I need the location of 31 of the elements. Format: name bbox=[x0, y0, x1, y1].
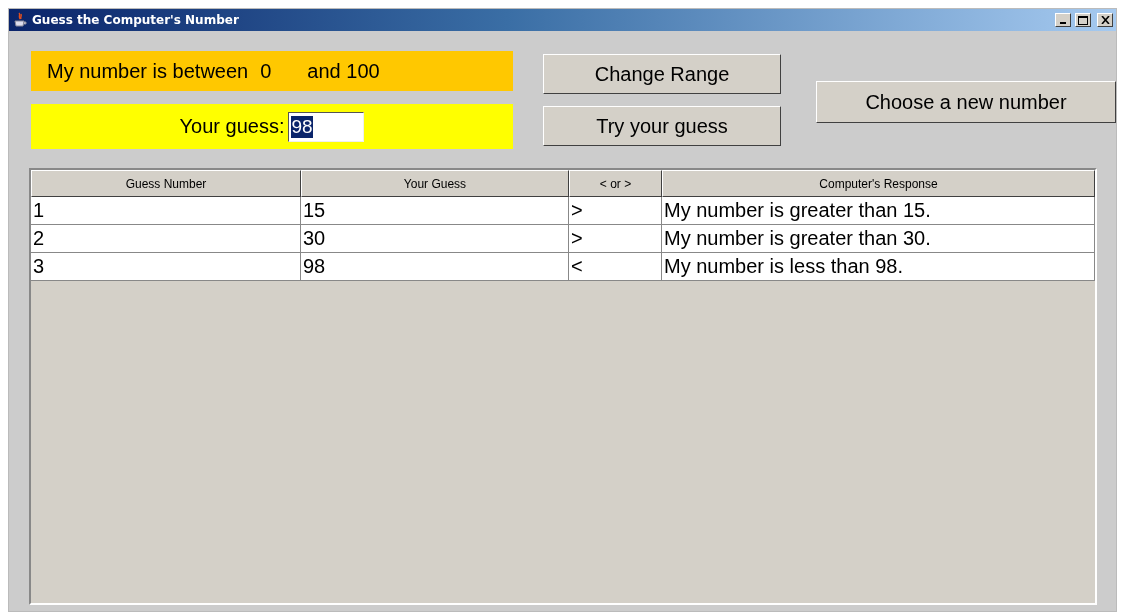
table-cell: My number is greater than 15. bbox=[662, 197, 1095, 225]
action-button[interactable]: Change Range bbox=[543, 54, 781, 94]
maximize-button[interactable] bbox=[1075, 13, 1091, 27]
table-cell: < bbox=[569, 253, 662, 281]
table-cell: > bbox=[569, 197, 662, 225]
cup-icon bbox=[12, 12, 28, 28]
table-cell: 15 bbox=[301, 197, 569, 225]
window-title: Guess the Computer's Number bbox=[32, 13, 240, 27]
table-cell: 3 bbox=[31, 253, 301, 281]
table-cell: 98 bbox=[301, 253, 569, 281]
table-cell: 2 bbox=[31, 225, 301, 253]
column-header[interactable]: Guess Number bbox=[31, 170, 301, 197]
column-header[interactable]: Computer's Response bbox=[662, 170, 1095, 197]
column-header[interactable]: < or > bbox=[569, 170, 662, 197]
table-cell: My number is greater than 30. bbox=[662, 225, 1095, 253]
maximize-icon bbox=[1078, 15, 1088, 25]
range-label: My number is between bbox=[47, 59, 249, 83]
column-header[interactable]: Your Guess bbox=[301, 170, 569, 197]
new-number-button[interactable]: Choose a new number bbox=[816, 81, 1116, 123]
close-icon bbox=[1100, 16, 1110, 24]
table-cell: > bbox=[569, 225, 662, 253]
range-high: and 100 bbox=[307, 59, 380, 83]
minimize-button[interactable] bbox=[1055, 13, 1071, 27]
close-button[interactable] bbox=[1097, 13, 1113, 27]
table-cell: 1 bbox=[31, 197, 301, 225]
table-cell: 30 bbox=[301, 225, 569, 253]
guess-field[interactable]: 98 bbox=[288, 111, 365, 142]
guess-label: Your guess: bbox=[179, 115, 285, 138]
action-button[interactable]: Try your guess bbox=[543, 106, 781, 146]
range-low: 0 bbox=[260, 59, 272, 83]
table-cell: My number is less than 98. bbox=[662, 253, 1095, 281]
